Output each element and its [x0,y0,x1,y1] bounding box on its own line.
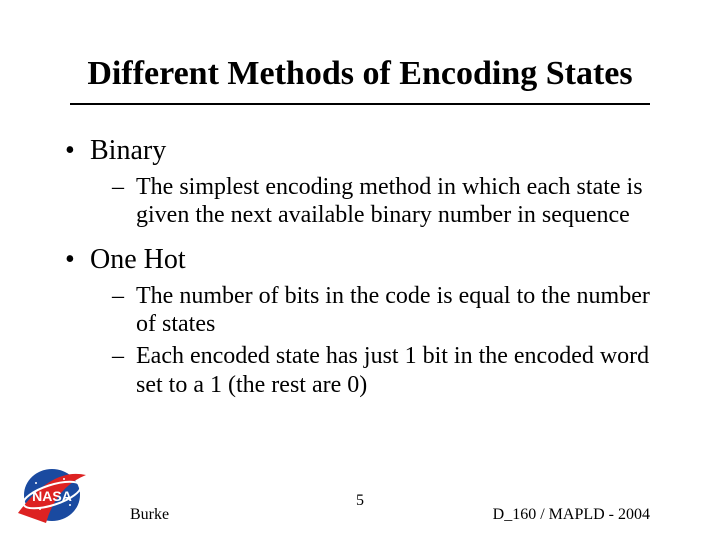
bullet-label: One Hot [90,244,186,275]
sub-list: The number of bits in the code is equal … [112,282,660,399]
sub-item: The simplest encoding method in which ea… [112,173,660,230]
bullet-item: One Hot The number of bits in the code i… [60,244,660,399]
bullet-list: Binary The simplest encoding method in w… [60,135,660,399]
bullet-item: Binary The simplest encoding method in w… [60,135,660,230]
slide: Different Methods of Encoding States Bin… [0,0,720,540]
sub-list: The simplest encoding method in which ea… [112,173,660,230]
sub-item: Each encoded state has just 1 bit in the… [112,342,660,399]
slide-footer: NASA Burke 5 D_160 / MAPLD - 2004 [0,468,720,528]
slide-title: Different Methods of Encoding States [70,55,650,105]
footer-conference: D_160 / MAPLD - 2004 [493,506,650,524]
bullet-label: Binary [90,135,166,166]
sub-item: The number of bits in the code is equal … [112,282,660,339]
